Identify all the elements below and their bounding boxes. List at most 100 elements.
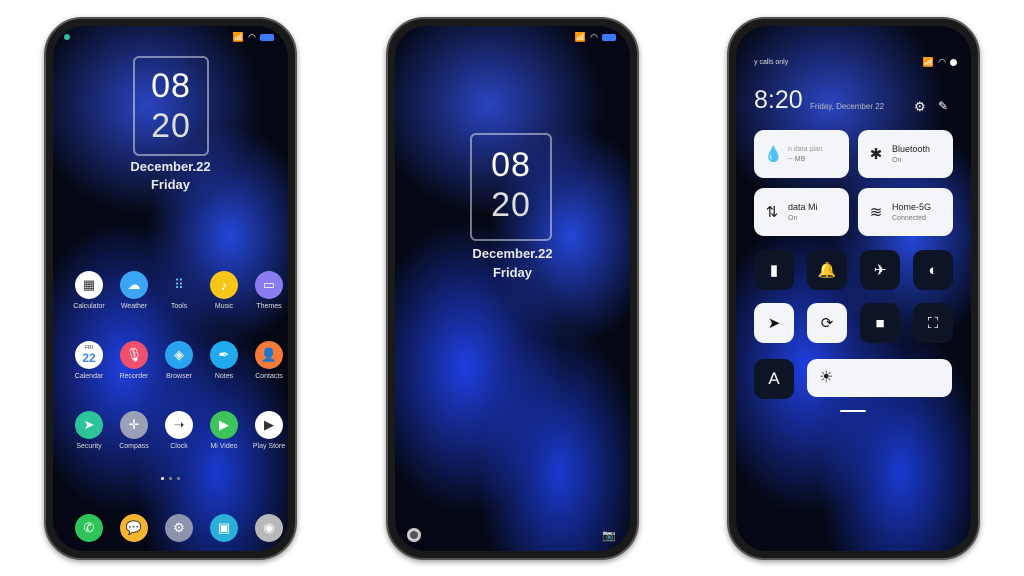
app-label: Music (214, 303, 234, 310)
toggle-bell[interactable]: 🔔 (807, 250, 847, 290)
clock-widget: 08 20 (470, 133, 552, 241)
notes-icon: ✒ (210, 341, 238, 369)
app-notes[interactable]: ✒ Notes (202, 341, 246, 380)
tile-subtitle: -- MB (788, 155, 806, 163)
status-bar: 📶 ◠ (923, 57, 957, 68)
flashlight-icon: ▮ (769, 262, 779, 279)
clock-widget[interactable]: 08 20 (133, 56, 209, 156)
app-weather[interactable]: ☁ Weather (112, 271, 156, 310)
app-contacts[interactable]: 👤 Contacts (247, 341, 288, 380)
phone-icon: ✆ (83, 520, 95, 535)
camera-icon: ◉ (263, 520, 275, 535)
clock-icon: ➝ (165, 411, 193, 439)
dock-phone[interactable]: ✆ (75, 514, 103, 542)
app-label: Compass (119, 443, 149, 450)
app-security[interactable]: ➤ Security (67, 411, 111, 450)
brightness-slider[interactable]: ☀ (807, 359, 952, 397)
location-icon: ➤ (767, 315, 781, 332)
app-compass[interactable]: ✛ Compass (112, 411, 156, 450)
tile-title: Home-5G (892, 202, 932, 212)
app-calculator[interactable]: ▦ Calculator (67, 271, 111, 310)
assistant-shortcut-icon[interactable] (407, 528, 421, 542)
messages-icon: 💬 (125, 520, 143, 535)
tile-title: data Mi (788, 202, 818, 212)
dock-camera[interactable]: ◉ (255, 514, 283, 542)
carrier-status: y calls only (754, 59, 789, 66)
contacts-icon: 👤 (255, 341, 283, 369)
app-label: Clock (170, 443, 188, 450)
toggle-contrast[interactable]: ◐ (913, 250, 953, 290)
tile-mobile-data[interactable]: ⇅ data Mi On (754, 188, 849, 236)
app-tools[interactable]: ⠿ Tools (157, 271, 201, 310)
weekday-text: Friday (492, 265, 532, 280)
themes-icon: ▭ (255, 271, 283, 299)
security-icon: ➤ (75, 411, 103, 439)
toggle-scan[interactable]: ⛶ (913, 303, 953, 343)
rotation-lock-icon: ⟳ (820, 315, 834, 332)
app-music[interactable]: ♪ Music (202, 271, 246, 310)
toggle-airplane[interactable]: ✈ (860, 250, 900, 290)
indicator-dot (64, 34, 70, 40)
clock-minute: 20 (491, 186, 531, 224)
app-recorder[interactable]: 🎙 Recorder (112, 341, 156, 380)
phone-lock-screen: 📶 ◠ 08 20 December.22 Friday 📷 (386, 17, 639, 560)
weekday-text: Friday (150, 177, 190, 192)
toggle-video-camera[interactable]: ■ (860, 303, 900, 343)
app-clock[interactable]: ➝ Clock (157, 411, 201, 450)
calculator-icon: ▦ (75, 271, 103, 299)
signal-icon: 📶 (922, 57, 935, 67)
wifi-icon: ◠ (590, 32, 598, 42)
weather-icon: ☁ (120, 271, 148, 299)
home-screen: 📶 ◠ 08 20 December.22 Friday ▦ Calculator ☁ W… (53, 26, 288, 551)
sun-icon: ☀ (819, 369, 834, 386)
app-themes[interactable]: ▭ Themes (247, 271, 288, 310)
date-text: Friday, December 22 (810, 102, 885, 111)
clock-hour: 08 (491, 146, 531, 184)
dock-settings[interactable]: ⚙ (165, 514, 193, 542)
bluetooth-icon: ✱ (869, 146, 883, 163)
tile-subtitle: On (788, 215, 798, 222)
app-calendar[interactable]: FRI 22 Calendar (67, 341, 111, 380)
app-browser[interactable]: ◈ Browser (157, 341, 201, 380)
drag-handle[interactable] (840, 410, 866, 412)
date-text: December.22 (130, 159, 211, 174)
toggle-rotation-lock[interactable]: ⟳ (807, 303, 847, 343)
app-label: Security (76, 443, 102, 450)
battery-icon (602, 34, 616, 41)
compass-icon: ✛ (120, 411, 148, 439)
tile-water-drop[interactable]: 💧 n data plan -- MB (754, 130, 849, 178)
tile-wifi[interactable]: ≋ Home-5G Connected (858, 188, 953, 236)
app-label: Notes (214, 373, 234, 380)
edit-icon[interactable]: ✎ (938, 99, 948, 113)
wifi-icon: ◠ (248, 32, 256, 42)
app-label: Recorder (119, 373, 149, 380)
toggle-location[interactable]: ➤ (754, 303, 794, 343)
airplane-icon: ✈ (873, 262, 887, 279)
signal-icon: 📶 (232, 32, 245, 42)
tile-title: n data plan (788, 145, 823, 153)
app-play-store[interactable]: ▶ Play Store (247, 411, 288, 450)
tile-bluetooth[interactable]: ✱ Bluetooth On (858, 130, 953, 178)
contrast-icon: ◐ (928, 261, 938, 279)
music-icon: ♪ (210, 271, 238, 299)
calendar-icon: FRI 22 (75, 341, 103, 369)
battery-icon (260, 34, 274, 41)
browser-icon: ◈ (165, 341, 193, 369)
font-size-button[interactable]: A (754, 359, 794, 399)
app-label: Tools (170, 303, 188, 310)
dock-screenshot[interactable]: ▣ (210, 514, 238, 542)
screenshot-icon: ▣ (217, 520, 231, 535)
tile-subtitle: On (892, 157, 902, 164)
dock-messages[interactable]: 💬 (120, 514, 148, 542)
video-camera-icon: ■ (875, 314, 885, 332)
camera-shortcut-icon[interactable]: 📷 (602, 529, 616, 542)
toggle-flashlight[interactable]: ▮ (754, 250, 794, 290)
app-mi-video[interactable]: ▶ Mi Video (202, 411, 246, 450)
settings-icon[interactable]: ⚙ (914, 99, 926, 115)
page-indicator (53, 477, 288, 480)
wifi-icon: ≋ (869, 204, 883, 221)
date-text: December.22 (472, 246, 553, 261)
bell-icon: 🔔 (817, 262, 837, 279)
calendar-day: 22 (82, 350, 96, 365)
app-label: Calculator (73, 303, 105, 310)
